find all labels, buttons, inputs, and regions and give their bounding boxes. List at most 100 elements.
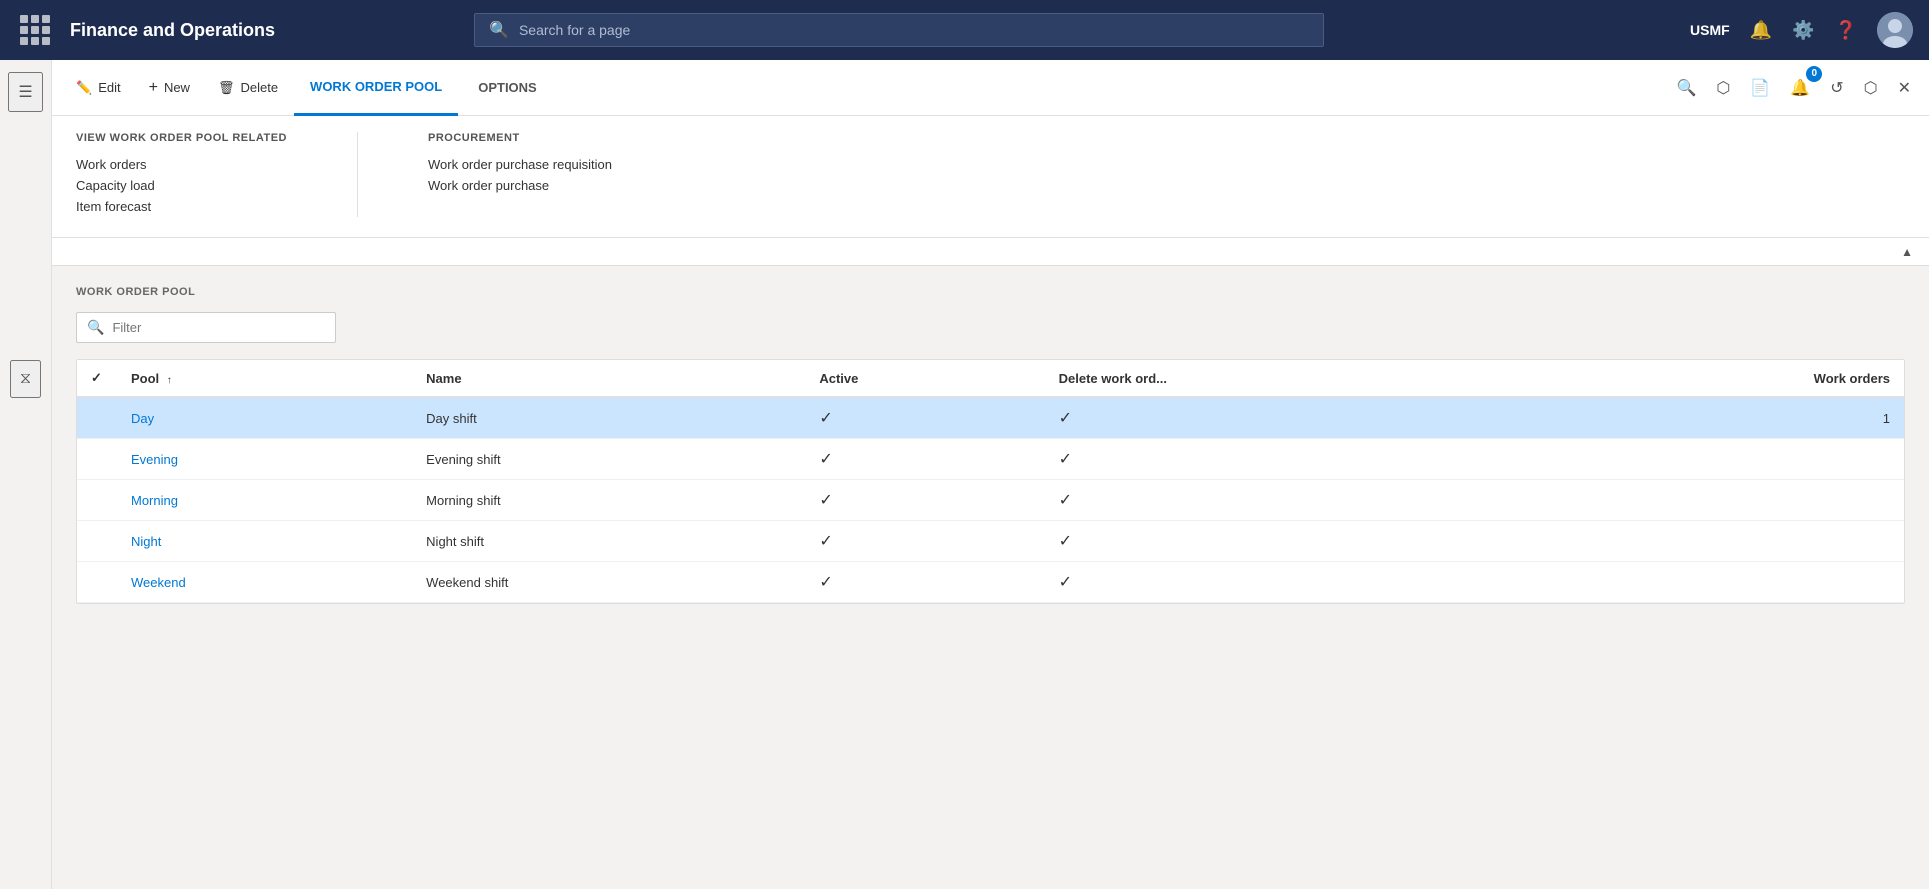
tab-options[interactable]: OPTIONS [462,60,553,116]
row-active: ✓ [805,439,1044,480]
link-purchase[interactable]: Work order purchase [428,175,612,196]
filter-input[interactable] [112,320,325,335]
table-container: ✓ Pool ↑ Name Active Delete work ord... … [76,359,1905,604]
new-icon: + [149,79,158,97]
row-name: Night shift [412,521,805,562]
edit-icon: ✏️ [76,80,92,96]
search-wrap: 🔍 Search for a page [474,13,1324,47]
refresh-button[interactable]: ↺ [1824,72,1849,104]
row-work-orders [1531,480,1904,521]
row-work-orders [1531,521,1904,562]
waffle-icon [20,15,50,45]
hamburger-button[interactable]: ☰ [8,72,42,112]
col-check: ✓ [77,360,117,397]
link-work-orders[interactable]: Work orders [76,154,287,175]
collapse-button[interactable]: ▲ [1901,245,1913,259]
row-pool[interactable]: Weekend [117,562,412,603]
personalize-button[interactable]: ⬡ [1710,72,1736,104]
row-delete: ✓ [1045,397,1532,439]
filter-bar: 🔍 [76,312,1905,343]
main-content: WORK ORDER POOL 🔍 ✓ Pool ↑ Name Ac [52,266,1929,889]
delete-icon: 🗑 [218,80,235,96]
table-row[interactable]: Weekend Weekend shift ✓ ✓ [77,562,1904,603]
edit-button[interactable]: ✏️ Edit [64,72,133,104]
row-check [77,480,117,521]
tab-search-button[interactable]: 🔍 [1670,72,1702,104]
table-header-row: ✓ Pool ↑ Name Active Delete work ord... … [77,360,1904,397]
row-active: ✓ [805,562,1044,603]
badge-wrap: 🔔 0 [1784,72,1816,104]
row-pool[interactable]: Evening [117,439,412,480]
sort-icon: ↑ [167,375,172,386]
new-button[interactable]: + New [137,71,202,105]
filter-sidebar-button[interactable]: ⧖ [10,360,41,398]
table-row[interactable]: Morning Morning shift ✓ ✓ [77,480,1904,521]
procurement-section: PROCUREMENT Work order purchase requisit… [428,132,612,217]
row-pool[interactable]: Night [117,521,412,562]
section-title: WORK ORDER POOL [76,286,1905,298]
row-name: Evening shift [412,439,805,480]
tab-options-label: OPTIONS [478,80,537,95]
col-name[interactable]: Name [412,360,805,397]
messages-badge: 0 [1806,66,1822,82]
link-item-forecast[interactable]: Item forecast [76,196,287,217]
row-check [77,439,117,480]
col-pool[interactable]: Pool ↑ [117,360,412,397]
open-external-button[interactable]: ⬡ [1858,72,1884,104]
settings-button[interactable]: ⚙️ [1792,20,1814,41]
row-work-orders [1531,439,1904,480]
tab-work-order-pool-label: WORK ORDER POOL [310,79,442,94]
work-order-pool-table: ✓ Pool ↑ Name Active Delete work ord... … [77,360,1904,603]
collapse-bar: ▲ [52,238,1929,266]
row-delete: ✓ [1045,480,1532,521]
row-pool[interactable]: Morning [117,480,412,521]
body-layout: ☰ ⧖ ✏️ Edit + New 🗑 Delete WORK ORDER PO… [0,60,1929,889]
row-pool[interactable]: Day [117,397,412,439]
row-work-orders [1531,562,1904,603]
search-icon: 🔍 [489,20,509,40]
user-avatar[interactable] [1877,12,1913,48]
table-row[interactable]: Day Day shift ✓ ✓ 1 [77,397,1904,439]
nav-right: USMF 🔔 ⚙️ ❓ [1690,12,1913,48]
table-row[interactable]: Evening Evening shift ✓ ✓ [77,439,1904,480]
search-bar[interactable]: 🔍 Search for a page [474,13,1324,47]
row-check [77,562,117,603]
company-label: USMF [1690,22,1730,38]
col-delete-work-orders[interactable]: Delete work ord... [1045,360,1532,397]
divider [357,132,358,217]
procurement-section-title: PROCUREMENT [428,132,612,144]
edit-label: Edit [98,80,120,95]
col-active[interactable]: Active [805,360,1044,397]
row-name: Day shift [412,397,805,439]
office-button[interactable]: 📄 [1744,72,1776,104]
row-check [77,397,117,439]
table-row[interactable]: Night Night shift ✓ ✓ [77,521,1904,562]
col-work-orders[interactable]: Work orders [1531,360,1904,397]
delete-label: Delete [240,80,278,95]
link-capacity-load[interactable]: Capacity load [76,175,287,196]
tab-work-order-pool[interactable]: WORK ORDER POOL [294,60,458,116]
top-nav: Finance and Operations 🔍 Search for a pa… [0,0,1929,60]
row-delete: ✓ [1045,521,1532,562]
link-purchase-requisition[interactable]: Work order purchase requisition [428,154,612,175]
content-area: ✏️ Edit + New 🗑 Delete WORK ORDER POOL O… [52,60,1929,889]
row-active: ✓ [805,480,1044,521]
close-button[interactable]: ✕ [1892,72,1917,104]
row-active: ✓ [805,397,1044,439]
new-label: New [164,80,190,95]
row-work-orders: 1 [1531,397,1904,439]
action-bar-right: 🔍 ⬡ 📄 🔔 0 ↺ ⬡ ✕ [1670,72,1917,104]
filter-search-icon: 🔍 [87,319,104,336]
row-active: ✓ [805,521,1044,562]
delete-button[interactable]: 🗑 Delete [206,72,290,104]
nav-dots-button[interactable] [16,11,54,49]
row-delete: ✓ [1045,439,1532,480]
notifications-button[interactable]: 🔔 [1750,20,1772,41]
action-bar: ✏️ Edit + New 🗑 Delete WORK ORDER POOL O… [52,60,1929,116]
left-sidebar: ☰ ⧖ [0,60,52,889]
search-placeholder: Search for a page [519,22,1309,38]
filter-input-wrap[interactable]: 🔍 [76,312,336,343]
row-check [77,521,117,562]
help-button[interactable]: ❓ [1835,20,1857,41]
row-name: Morning shift [412,480,805,521]
